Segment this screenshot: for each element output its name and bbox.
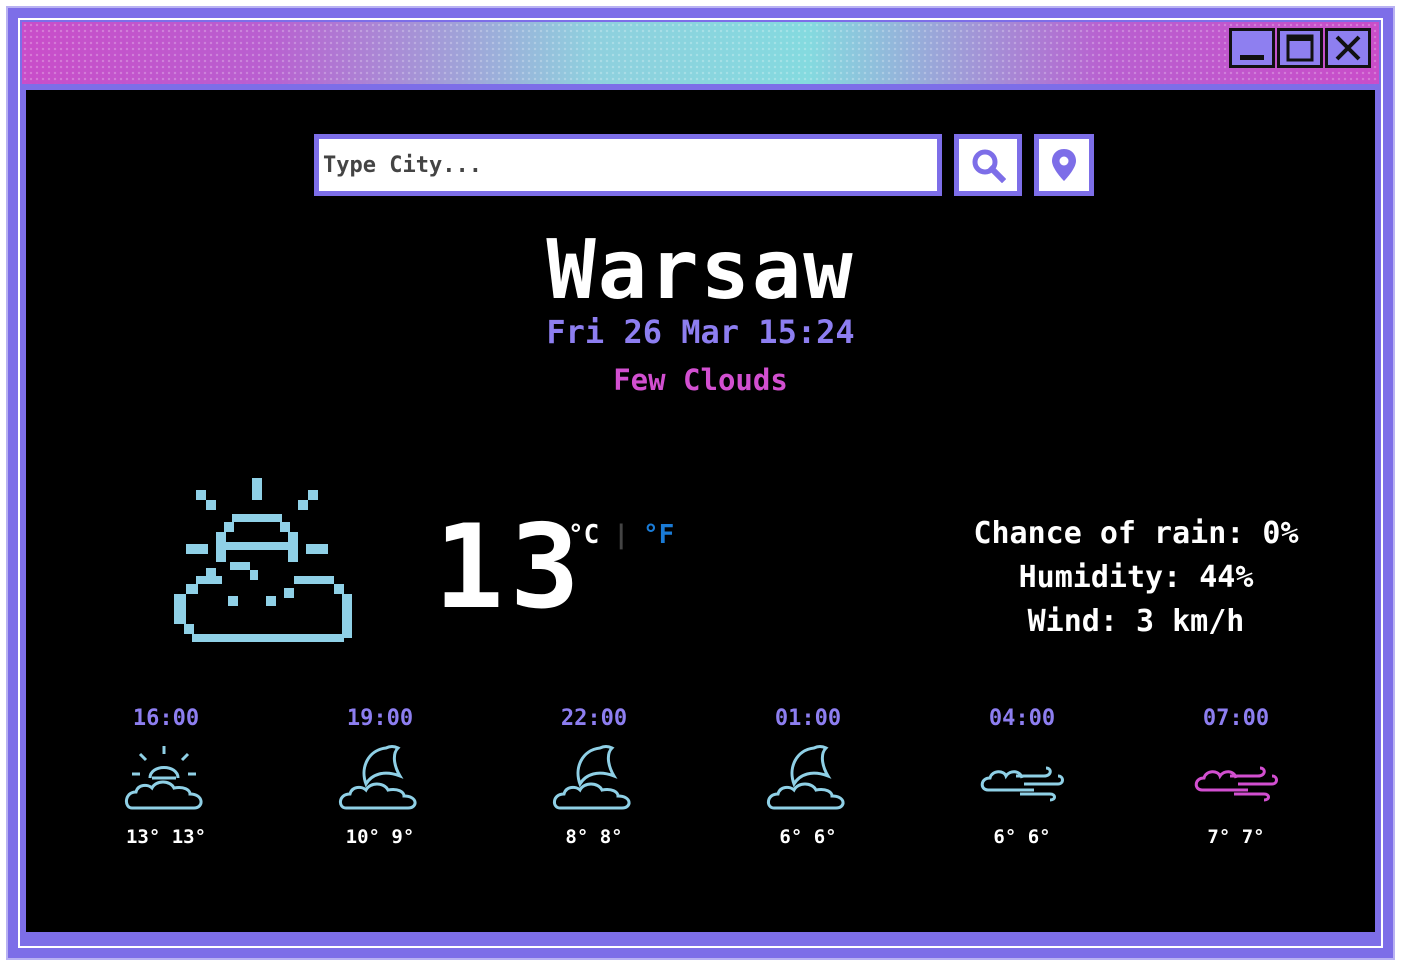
search-icon bbox=[972, 149, 1006, 183]
forecast-item: 01:00 6° 6° bbox=[728, 706, 888, 848]
weather-panel: Warsaw Fri 26 Mar 15:24 Few Clouds bbox=[26, 90, 1375, 932]
search-button[interactable] bbox=[954, 134, 1022, 196]
forecast-temps: 13° 13° bbox=[125, 826, 207, 848]
forecast-temps: 8° 8° bbox=[565, 826, 623, 848]
location-pin-icon bbox=[1052, 149, 1076, 181]
window-controls bbox=[1229, 28, 1371, 68]
title-bar[interactable] bbox=[22, 22, 1379, 84]
forecast-temps: 6° 6° bbox=[993, 826, 1051, 848]
sun-cloud-icon bbox=[125, 746, 203, 810]
moon-cloud-icon bbox=[767, 745, 845, 810]
wind-cloud-icon bbox=[980, 766, 1064, 802]
weather-stats: Chance of rain: 0% Humidity: 44% Wind: 3… bbox=[966, 512, 1306, 644]
forecast-temps: 10° 9° bbox=[345, 826, 415, 848]
date-time: Fri 26 Mar 15:24 bbox=[546, 313, 855, 351]
maximize-button[interactable] bbox=[1277, 28, 1323, 68]
current-weather-icon bbox=[166, 478, 376, 662]
moon-cloud-icon bbox=[553, 745, 631, 810]
forecast-temps: 7° 7° bbox=[1207, 826, 1265, 848]
forecast-item: 07:00 7° 7° bbox=[1156, 706, 1316, 848]
forecast-time: 22:00 bbox=[560, 706, 628, 731]
window-inner: Warsaw Fri 26 Mar 15:24 Few Clouds bbox=[18, 18, 1383, 948]
unit-separator: | bbox=[613, 520, 629, 550]
humidity: Humidity: 44% bbox=[1018, 560, 1254, 595]
wind-cloud-icon bbox=[1194, 766, 1278, 802]
location-button[interactable] bbox=[1034, 134, 1094, 196]
chance-of-rain: Chance of rain: 0% bbox=[973, 516, 1299, 551]
search-bar bbox=[314, 134, 1094, 196]
city-name: Warsaw bbox=[546, 223, 855, 318]
forecast-item: 22:00 8° 8° bbox=[514, 706, 674, 848]
close-icon bbox=[1335, 35, 1361, 61]
sun-cloud-icon bbox=[174, 478, 352, 642]
maximize-icon bbox=[1286, 34, 1314, 62]
window-frame: Warsaw Fri 26 Mar 15:24 Few Clouds bbox=[6, 6, 1395, 960]
moon-cloud-icon bbox=[339, 745, 417, 810]
forecast-item: 19:00 10° 9° bbox=[300, 706, 460, 848]
forecast-time: 07:00 bbox=[1202, 706, 1270, 731]
forecast-time: 19:00 bbox=[346, 706, 414, 731]
city-search-input[interactable] bbox=[314, 134, 942, 196]
forecast-time: 04:00 bbox=[988, 706, 1056, 731]
minimize-icon bbox=[1240, 55, 1264, 60]
forecast-time: 16:00 bbox=[132, 706, 200, 731]
weather-description: Few Clouds bbox=[613, 363, 788, 397]
hourly-forecast: 16:00 13° 13° 19:00 10° 9° 22:00 8° 8° 0… bbox=[86, 706, 1316, 848]
celsius-toggle[interactable]: °C bbox=[568, 520, 599, 550]
fahrenheit-toggle[interactable]: °F bbox=[643, 520, 674, 550]
close-button[interactable] bbox=[1325, 28, 1371, 68]
unit-toggle: °C | °F bbox=[568, 520, 674, 550]
forecast-time: 01:00 bbox=[774, 706, 842, 731]
forecast-item: 04:00 6° 6° bbox=[942, 706, 1102, 848]
minimize-button[interactable] bbox=[1229, 28, 1275, 68]
forecast-item: 16:00 13° 13° bbox=[86, 706, 246, 848]
wind-speed: Wind: 3 km/h bbox=[1027, 604, 1245, 639]
current-temperature: 13 bbox=[434, 500, 586, 635]
forecast-temps: 6° 6° bbox=[779, 826, 837, 848]
